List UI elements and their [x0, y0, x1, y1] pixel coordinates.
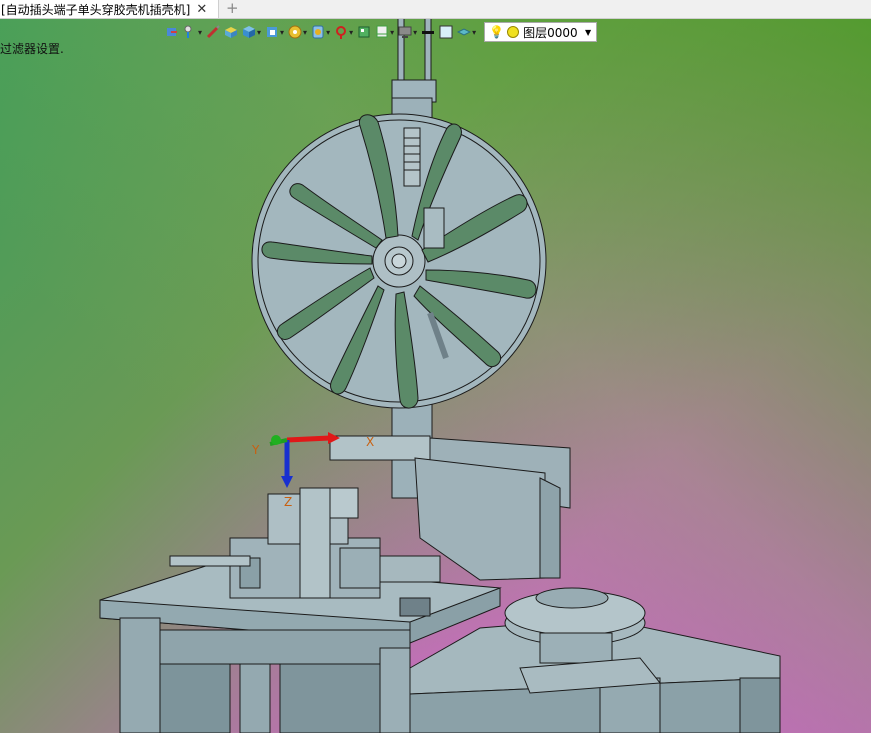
pointer-button[interactable]: ▾: [183, 22, 202, 42]
material-button[interactable]: ▾: [457, 22, 476, 42]
pointer-icon: [184, 25, 192, 38]
chevron-down-icon[interactable]: ▾: [257, 28, 261, 37]
line-weight-icon: [422, 31, 435, 34]
pin-button[interactable]: ▾: [334, 22, 353, 42]
render-button[interactable]: ▾: [398, 22, 417, 42]
cad-model[interactable]: X Y Z: [0, 18, 871, 733]
chevron-down-icon[interactable]: ▼: [585, 28, 591, 37]
z-axis-label: Z: [284, 495, 292, 509]
display-button[interactable]: ▾: [311, 22, 330, 42]
chevron-down-icon[interactable]: ▾: [198, 28, 202, 37]
box-icon: [225, 27, 238, 38]
bulb-icon[interactable]: 💡: [489, 25, 504, 39]
color-swatch-icon: [439, 25, 453, 39]
display-icon: [312, 25, 324, 39]
box-button[interactable]: [224, 22, 238, 42]
x-axis-label: X: [366, 435, 374, 449]
pen-icon: [206, 25, 220, 39]
pen-button[interactable]: [206, 22, 220, 42]
cube-icon: [243, 26, 256, 38]
color-swatch-button[interactable]: [439, 22, 453, 42]
spring-assembly: [403, 127, 421, 187]
sketch-icon: [167, 28, 177, 36]
sketch-button[interactable]: [165, 22, 179, 42]
document-tab-title: [自动插头端子单头穿胶壳机插壳机]: [1, 2, 191, 17]
cube-button[interactable]: ▾: [242, 22, 261, 42]
chevron-down-icon[interactable]: ▾: [390, 28, 394, 37]
status-message: 过滤器设置.: [0, 42, 64, 56]
chevron-down-icon[interactable]: ▾: [472, 28, 476, 37]
y-axis-label: Y: [251, 443, 260, 457]
section-icon: [358, 26, 370, 38]
section-button[interactable]: [357, 22, 371, 42]
chevron-down-icon[interactable]: ▾: [303, 28, 307, 37]
3d-viewport[interactable]: X Y Z: [0, 18, 871, 733]
material-icon: [457, 28, 472, 36]
monitor-button[interactable]: ▾: [375, 22, 394, 42]
monitor-icon: [376, 25, 388, 38]
close-icon[interactable]: ✕: [196, 2, 207, 17]
pin-icon: [336, 26, 347, 39]
chevron-down-icon[interactable]: ▾: [349, 28, 353, 37]
view-toolbar: ▾ ▾ ▾ ▾ ▾ ▾ ▾ ▾ ▾ 💡 图层0000 ▼: [165, 22, 598, 42]
x-axis-arrow: [286, 435, 331, 443]
line-weight-button[interactable]: [421, 22, 435, 42]
tension-arm: [423, 207, 445, 249]
document-tab-bar: [自动插头端子单头穿胶壳机插壳机] ✕ +: [0, 0, 871, 19]
chevron-down-icon[interactable]: ▾: [326, 28, 330, 37]
document-tab[interactable]: [自动插头端子单头穿胶壳机插壳机] ✕: [0, 0, 219, 18]
chevron-down-icon[interactable]: ▾: [413, 28, 417, 37]
layer-dropdown[interactable]: 💡 图层0000 ▼: [484, 22, 598, 42]
monitor-icon: [398, 26, 412, 38]
layer-name: 图层0000: [523, 25, 578, 40]
chevron-down-icon[interactable]: ▾: [280, 28, 284, 37]
view-cube-icon: [267, 27, 278, 37]
layer-color-icon: [507, 26, 520, 38]
view-cube-button[interactable]: ▾: [265, 22, 284, 42]
add-tab-icon[interactable]: +: [226, 0, 239, 17]
settings-button[interactable]: ▾: [288, 22, 307, 42]
settings-gear-icon: [288, 25, 302, 39]
